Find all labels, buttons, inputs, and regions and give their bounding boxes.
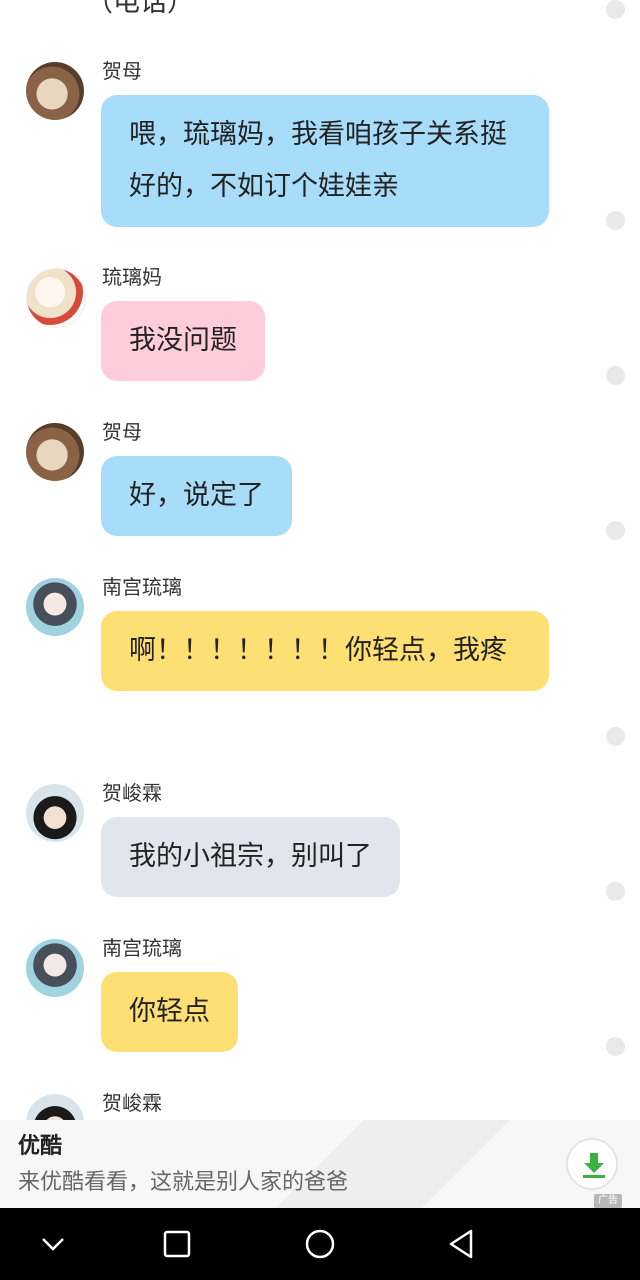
ad-title: 优酷 xyxy=(18,1134,63,1159)
message-status-dot xyxy=(606,0,625,19)
avatar-he-junlin[interactable] xyxy=(26,784,84,842)
message-bubble[interactable]: 喂，琉璃妈，我看咱孩子关系挺好的，不如订个娃娃亲 xyxy=(101,95,549,227)
sender-name: 贺峻霖 xyxy=(102,781,162,805)
sender-name: 贺母 xyxy=(102,59,142,83)
navigation-bar xyxy=(0,1208,640,1280)
avatar-he-mu[interactable] xyxy=(26,423,84,481)
avatar-liuli-ma[interactable] xyxy=(26,268,86,328)
message-bubble[interactable]: 啊！！！！！！！你轻点，我疼 xyxy=(101,611,549,691)
nav-recents-button[interactable] xyxy=(159,1226,195,1262)
ad-badge: 广告 xyxy=(594,1194,622,1208)
nav-hide-button[interactable] xyxy=(35,1226,71,1262)
nav-home-button[interactable] xyxy=(302,1226,338,1262)
square-icon xyxy=(163,1230,191,1258)
message-status-dot xyxy=(606,521,625,540)
message-status-dot xyxy=(606,882,625,901)
message-bubble[interactable]: 你轻点 xyxy=(101,972,238,1052)
sender-name: 南宫琉璃 xyxy=(102,936,182,960)
avatar-nangong-liuli[interactable] xyxy=(26,939,84,997)
ad-description: 来优酷看看，这就是别人家的爸爸 xyxy=(18,1170,349,1195)
previous-message-fragment: （电话） xyxy=(86,0,194,18)
sender-name: 贺峻霖 xyxy=(102,1091,162,1115)
sender-name: 贺母 xyxy=(102,420,142,444)
nav-back-button[interactable] xyxy=(444,1226,480,1262)
download-button[interactable] xyxy=(566,1138,618,1190)
avatar-nangong-liuli[interactable] xyxy=(26,578,84,636)
ad-banner[interactable]: 优酷 来优酷看看，这就是别人家的爸爸 xyxy=(0,1120,640,1208)
circle-icon xyxy=(305,1229,335,1259)
message-status-dot xyxy=(606,1037,625,1056)
avatar-he-mu[interactable] xyxy=(26,62,84,120)
message-bubble[interactable]: 我没问题 xyxy=(101,301,265,381)
message-bubble[interactable]: 好，说定了 xyxy=(101,456,292,536)
message-status-dot xyxy=(606,727,625,746)
message-status-dot xyxy=(606,366,625,385)
message-status-dot xyxy=(606,211,625,230)
sender-name: 琉璃妈 xyxy=(102,265,162,289)
back-triangle-icon xyxy=(449,1229,473,1259)
chevron-down-icon xyxy=(42,1238,64,1251)
message-bubble[interactable]: 我的小祖宗，别叫了 xyxy=(101,817,400,897)
download-icon xyxy=(583,1153,605,1178)
sender-name: 南宫琉璃 xyxy=(102,575,182,599)
